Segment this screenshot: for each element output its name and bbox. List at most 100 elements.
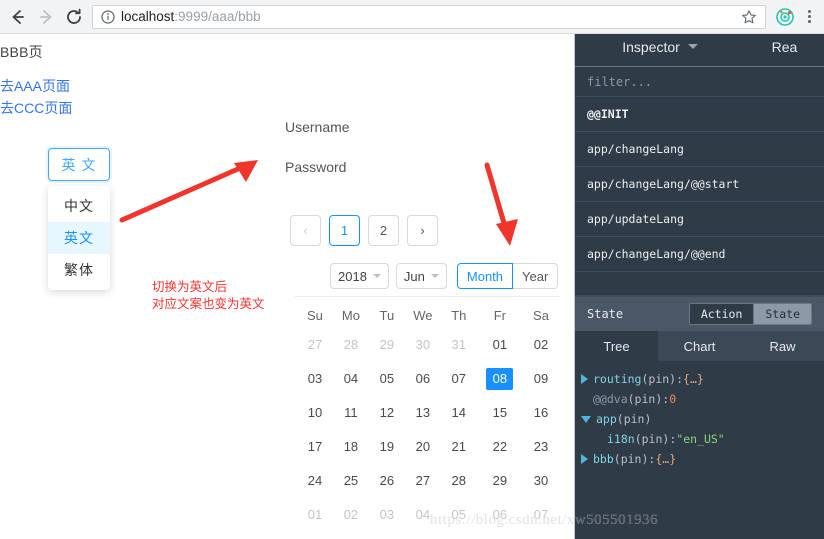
back-button[interactable] [4,3,32,31]
state-tree-pin: (pin) [641,372,677,386]
calendar-day[interactable]: 10 [297,396,333,430]
calendar-day[interactable]: 28 [441,464,477,498]
pagination-page-1[interactable]: 1 [329,215,360,246]
calendar-day[interactable]: 30 [523,464,559,498]
calendar-day[interactable]: 18 [333,430,369,464]
calendar-day[interactable]: 21 [441,430,477,464]
toggle-action[interactable]: Action [688,303,755,325]
calendar-mode-year[interactable]: Year [513,263,559,289]
action-list-item[interactable]: app/updateLang [575,202,824,237]
chevron-right-icon[interactable] [581,454,588,464]
calendar-day[interactable]: 11 [333,396,369,430]
chevron-down-icon[interactable] [581,415,591,423]
calendar-day[interactable]: 25 [333,464,369,498]
language-select-value: 英 文 [61,156,97,173]
state-view-tabs: Tree Chart Raw [575,331,824,361]
pagination-prev[interactable]: ‹ [290,215,321,246]
state-tree-separator: : [648,452,656,466]
calendar-day[interactable]: 29 [369,328,405,362]
bookmark-star-icon[interactable] [733,9,757,25]
calendar-month-select[interactable]: Jun [395,263,447,289]
calendar-day[interactable]: 06 [477,498,523,532]
calendar-day[interactable]: 27 [297,328,333,362]
page-info-icon[interactable] [101,9,115,24]
link-to-aaa[interactable]: 去AAA页面 [0,76,70,96]
tab-tree[interactable]: Tree [575,331,658,361]
calendar-day[interactable]: 31 [441,328,477,362]
language-dropdown[interactable]: 中文 英文 繁体 [48,186,110,290]
link-to-ccc[interactable]: 去CCC页面 [0,98,72,118]
calendar-day[interactable]: 05 [369,362,405,396]
calendar-day[interactable]: 17 [297,430,333,464]
state-tree-key: bbb [593,452,614,466]
url-host: localhost [121,9,175,24]
pagination-next[interactable]: › [407,215,438,246]
tab-raw[interactable]: Raw [741,331,824,361]
state-tree-node[interactable]: bbb (pin): {…} [581,449,824,469]
arrow-to-language-select [119,160,258,223]
state-tree-key: app [596,412,617,426]
address-bar[interactable]: localhost:9999/aaa/bbb [92,4,766,29]
calendar-day[interactable]: 04 [405,498,441,532]
calendar-day-label: 14 [451,405,467,420]
state-tree-node[interactable]: @@dva (pin): 0 [581,389,824,409]
calendar-day[interactable]: 22 [477,430,523,464]
calendar-day[interactable]: 07 [523,498,559,532]
chrome-menu-button[interactable] [798,4,820,30]
calendar-day[interactable]: 02 [523,328,559,362]
calendar-year-select[interactable]: 2018 [330,263,389,289]
calendar-day[interactable]: 15 [477,396,523,430]
tab-chart[interactable]: Chart [658,331,741,361]
page-title: BBB页 [0,44,43,60]
state-tree-node[interactable]: i18n (pin): "en_US" [581,429,824,449]
action-list-item[interactable]: app/changeLang [575,132,824,167]
calendar-day[interactable]: 01 [477,328,523,362]
calendar-week-row: 27 28 29 30 31 01 02 [297,328,559,362]
calendar-day[interactable]: 20 [405,430,441,464]
calendar-day[interactable]: 24 [297,464,333,498]
calendar-day-selected[interactable]: 08 [477,362,523,396]
language-option-zh[interactable]: 中文 [48,190,110,222]
calendar-day[interactable]: 28 [333,328,369,362]
calendar-day[interactable]: 03 [369,498,405,532]
calendar-day[interactable]: 14 [441,396,477,430]
action-list-item[interactable]: @@INIT [575,97,824,132]
calendar-day[interactable]: 27 [405,464,441,498]
state-tree-node[interactable]: routing (pin): {…} [581,369,824,389]
reload-icon [67,8,81,24]
action-list-item[interactable]: app/changeLang/@@start [575,167,824,202]
calendar-day[interactable]: 13 [405,396,441,430]
calendar-day[interactable]: 02 [333,498,369,532]
state-tree-value: 0 [669,392,677,406]
calendar-day[interactable]: 09 [523,362,559,396]
calendar-day[interactable]: 19 [369,430,405,464]
action-list-item[interactable]: app/changeLang/@@end [575,237,824,272]
toggle-state[interactable]: State [754,303,812,325]
calendar-day-label: 02 [533,337,549,352]
calendar-mode-month[interactable]: Month [456,263,514,289]
calendar-day-label: 28 [343,337,359,352]
calendar-day[interactable]: 12 [369,396,405,430]
forward-arrow-icon [40,9,52,24]
calendar-day[interactable]: 07 [441,362,477,396]
chevron-right-icon[interactable] [581,374,588,384]
forward-button[interactable] [32,3,60,31]
action-filter-input[interactable]: filter... [575,67,824,97]
reload-button[interactable] [60,3,88,31]
pagination-page-2[interactable]: 2 [368,215,399,246]
calendar-day[interactable]: 03 [297,362,333,396]
calendar-day[interactable]: 30 [405,328,441,362]
calendar-day[interactable]: 29 [477,464,523,498]
calendar-day[interactable]: 26 [369,464,405,498]
calendar-day[interactable]: 16 [523,396,559,430]
language-option-en[interactable]: 英文 [48,222,110,254]
calendar-day[interactable]: 23 [523,430,559,464]
calendar-day[interactable]: 04 [333,362,369,396]
calendar-day[interactable]: 01 [297,498,333,532]
state-tree-node[interactable]: app (pin) [581,409,824,429]
language-select[interactable]: 英 文 [48,148,110,181]
calendar-day[interactable]: 05 [441,498,477,532]
calendar-day[interactable]: 06 [405,362,441,396]
language-option-tw[interactable]: 繁体 [48,254,110,286]
extension-icon[interactable] [772,4,798,30]
